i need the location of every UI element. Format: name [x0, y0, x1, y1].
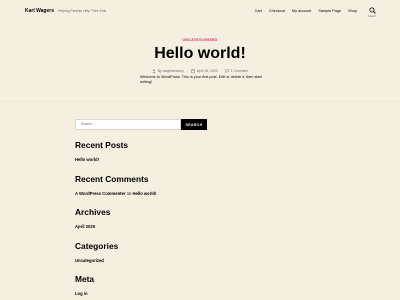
section-divider — [0, 101, 400, 102]
primary-menu: Cart Checkout My account Sample Page Sho… — [255, 9, 357, 13]
search-icon — [368, 7, 376, 14]
recent-post-link[interactable]: Hello world! — [75, 157, 99, 162]
site-description: Helping Parents Help Their Kids — [58, 8, 107, 13]
user-icon — [152, 69, 156, 73]
search-input[interactable]: Search ... — [75, 119, 181, 130]
search-submit-button[interactable]: SEARCH — [181, 119, 207, 130]
post-content: Welcome to WordPress. This is your first… — [140, 74, 262, 84]
post-meta: By wagersmstory April 18, 2020 1 Comment — [0, 69, 400, 73]
archive-link[interactable]: April 2020 — [75, 224, 95, 229]
nav-item-checkout[interactable]: Checkout — [269, 9, 285, 13]
nav-item-sample-page[interactable]: Sample Page — [318, 9, 341, 13]
recent-comment-post[interactable]: Hello world! — [133, 191, 157, 196]
search-toggle-label: Search — [367, 15, 377, 18]
post-date-text: April 18, 2020 — [196, 69, 218, 73]
category-link[interactable]: Uncategorized — [75, 258, 104, 263]
archives-title: Archives — [75, 207, 111, 217]
nav-item-shop[interactable]: Shop — [348, 9, 357, 13]
nav-item-cart[interactable]: Cart — [255, 9, 262, 13]
post-author-name: By wagersmstory — [157, 69, 184, 73]
recent-comment-on: on — [126, 191, 132, 196]
site-title[interactable]: Karl Wagers — [25, 8, 54, 14]
post-author[interactable]: By wagersmstory — [152, 69, 184, 73]
nav-item-my-account[interactable]: My account — [292, 9, 311, 13]
post-date[interactable]: April 18, 2020 — [190, 69, 218, 73]
search-toggle-button[interactable]: Search — [366, 7, 378, 18]
meta-title: Meta — [75, 274, 95, 284]
recent-comment-author[interactable]: A WordPress Commenter — [75, 191, 126, 196]
post-title[interactable]: Hello world! — [0, 45, 400, 63]
categories-title: Categories — [75, 241, 119, 251]
comment-icon — [224, 69, 229, 73]
recent-comment-entry: A WordPress Commenter on Hello world! — [75, 191, 156, 196]
recent-comments-title: Recent Comments — [75, 174, 149, 184]
post-comments-link: 1 Comment — [230, 69, 249, 73]
post-comments[interactable]: 1 Comment — [224, 69, 249, 73]
calendar-icon — [190, 69, 195, 73]
post-category-link[interactable]: UNCATEGORIZED — [0, 38, 400, 42]
login-link[interactable]: Log in — [75, 291, 88, 296]
search-form: Search ... SEARCH — [75, 119, 207, 130]
recent-posts-title: Recent Posts — [75, 140, 129, 150]
